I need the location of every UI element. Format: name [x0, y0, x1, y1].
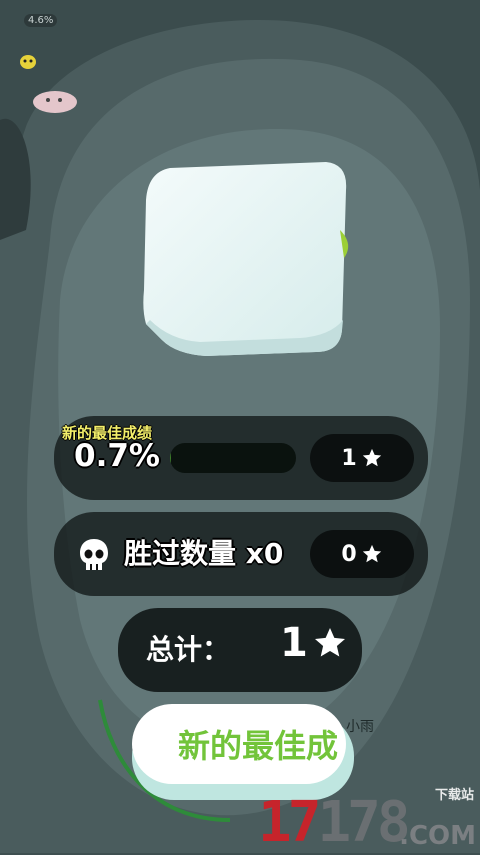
defeated-stars-count: 0: [341, 541, 357, 567]
star-icon: [362, 544, 381, 563]
best-score-stars-count: 1: [341, 445, 357, 471]
total-label: 总计：: [146, 633, 231, 666]
star-icon: [314, 628, 345, 657]
defeated-label-text: 胜过数量: [124, 537, 237, 570]
defeated-label: 胜过数量 x0: [124, 532, 283, 572]
total-stars-count: 1: [280, 620, 308, 666]
watermark-digits-a: 17: [258, 790, 321, 855]
site-watermark: 下载站 17178 .COM: [258, 784, 480, 855]
watermark-logo: 17178: [258, 790, 411, 855]
percent-indicator: 4.6%: [24, 14, 58, 27]
watermark-domain: .COM: [399, 821, 476, 851]
small-creature-icon: [20, 55, 36, 69]
skull-icon: [80, 539, 108, 570]
total-stars: 1: [280, 620, 348, 666]
defeated-count: x0: [245, 537, 284, 570]
watermark-subtitle: 下载站: [434, 788, 474, 803]
watermark-digit-red: 1: [317, 790, 351, 855]
best-score-progress-fill: [170, 443, 171, 473]
watermark-digits-b: 78: [347, 790, 410, 855]
star-icon: [362, 448, 381, 467]
opponent-blob: [33, 91, 77, 113]
player-name: 小雨: [346, 719, 374, 735]
player-cube: [143, 162, 349, 356]
new-best-button[interactable]: 新的最佳成: [132, 704, 346, 784]
best-score-stars: 1: [310, 434, 414, 482]
best-score-value: 0.7%: [74, 438, 160, 474]
defeated-stars: 0: [310, 530, 414, 578]
best-score-progress: [170, 443, 296, 473]
